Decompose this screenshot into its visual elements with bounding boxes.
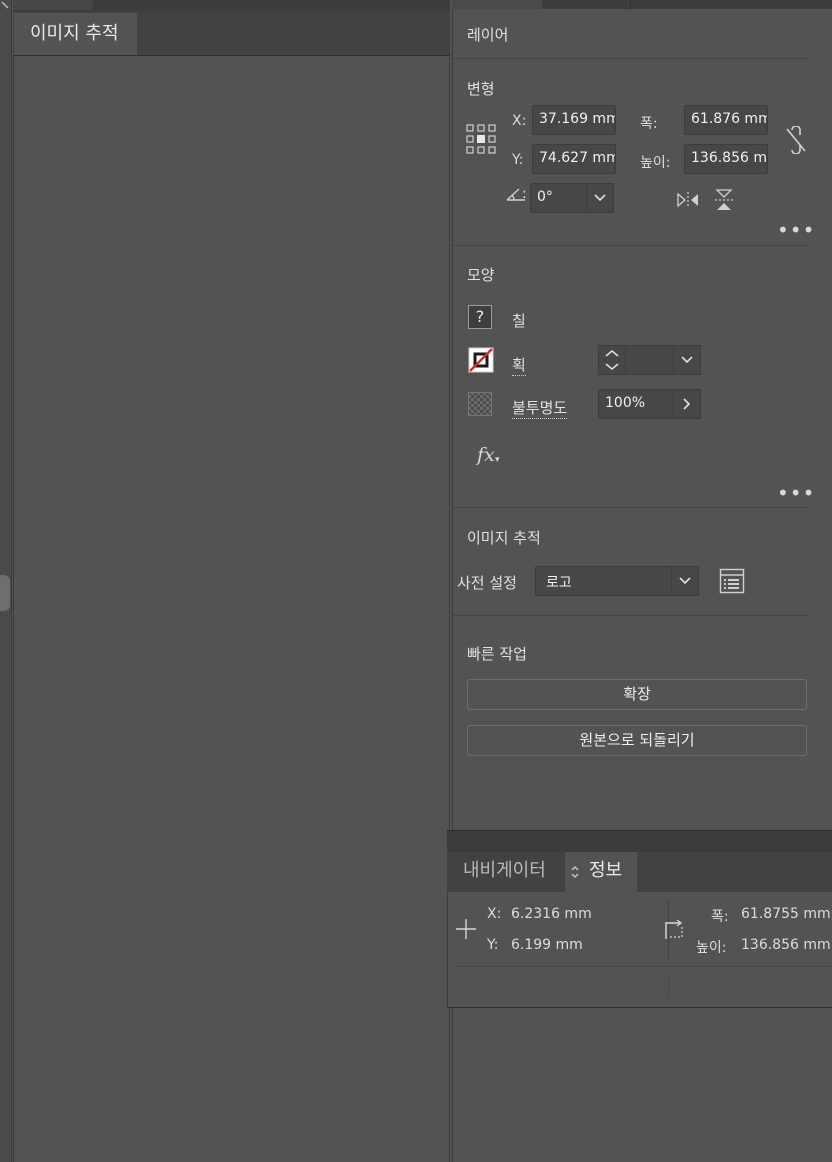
height-field[interactable]: 136.856 mm: [684, 144, 768, 174]
width-field[interactable]: 61.876 mm: [684, 105, 768, 135]
chevron-down-icon: [594, 194, 606, 202]
constrain-proportions-link-icon[interactable]: [784, 126, 808, 154]
image-trace-panel-icon[interactable]: [719, 568, 745, 594]
expand-button[interactable]: 확장: [467, 679, 807, 710]
appearance-section-title: 모양: [467, 266, 495, 284]
flip-vertical-icon[interactable]: [714, 189, 734, 211]
divider: [453, 245, 809, 246]
info-height-label: 높이:: [696, 940, 727, 956]
info-column-divider: [668, 975, 669, 999]
fill-label: 칠: [512, 312, 526, 330]
preset-select[interactable]: 로고: [535, 566, 673, 596]
info-x-label: X:: [487, 906, 502, 922]
info-y-value: 6.199 mm: [511, 937, 583, 953]
chevron-right-icon: [683, 398, 691, 410]
tab-navigator[interactable]: 내비게이터: [463, 856, 546, 882]
image-trace-panel: [13, 0, 450, 1162]
image-trace-section-title: 이미지 추적: [467, 529, 541, 547]
opacity-expand-button[interactable]: [673, 389, 701, 419]
quick-actions-section-title: 빠른 작업: [467, 645, 527, 663]
stroke-weight-stepper[interactable]: [598, 345, 626, 375]
properties-panel-top-bar: [452, 0, 832, 9]
preset-label: 사전 설정: [457, 574, 517, 592]
transform-section-title: 변형: [467, 80, 495, 98]
x-position-field[interactable]: 37.169 mm: [532, 105, 616, 135]
appearance-more-options-icon[interactable]: •••: [777, 483, 815, 503]
fx-dropdown-arrow-icon: ▾: [495, 455, 500, 465]
divider: [453, 58, 809, 59]
info-width-value: 61.8755 mm: [741, 906, 831, 922]
reference-point-icon[interactable]: [466, 124, 496, 154]
chevron-down-icon: [681, 356, 693, 364]
height-label: 높이:: [640, 155, 671, 171]
up-down-arrows-icon: [605, 350, 619, 370]
info-y-label: Y:: [487, 937, 499, 953]
opacity-field[interactable]: 100%: [598, 389, 674, 419]
info-width-label: 폭:: [711, 909, 729, 925]
y-label: Y:: [512, 152, 524, 168]
revert-to-original-button[interactable]: 원본으로 되돌리기: [467, 725, 807, 756]
stroke-swatch-icon[interactable]: [468, 347, 494, 373]
opacity-label[interactable]: 불투명도: [512, 397, 568, 419]
chevron-icon[interactable]: [0, 0, 12, 14]
tab-options-arrows-icon[interactable]: [570, 864, 580, 880]
angle-colon: :: [522, 186, 527, 202]
angle-dropdown-button[interactable]: [586, 183, 614, 213]
preset-dropdown-button[interactable]: [671, 566, 699, 596]
stroke-weight-field[interactable]: [625, 345, 675, 375]
rotate-angle-field[interactable]: 0°: [530, 183, 588, 213]
panel-collapse-handle[interactable]: [0, 575, 10, 611]
tab-image-trace[interactable]: 이미지 추적: [14, 13, 137, 55]
transform-more-options-icon[interactable]: •••: [777, 220, 815, 240]
y-position-field[interactable]: 74.627 mm: [532, 144, 616, 174]
info-height-value: 136.856 mm: [741, 937, 831, 953]
fx-effects-icon[interactable]: fx: [477, 444, 495, 466]
x-label: X:: [512, 113, 527, 129]
dimensions-icon: [665, 919, 683, 939]
fill-swatch-icon[interactable]: ?: [468, 305, 492, 329]
chevron-down-icon: [679, 577, 691, 585]
crosshair-icon: [456, 919, 476, 939]
flip-horizontal-icon[interactable]: [677, 191, 699, 209]
divider: [453, 615, 809, 616]
layers-label[interactable]: 레이어: [467, 24, 508, 45]
info-x-value: 6.2316 mm: [511, 906, 592, 922]
opacity-checkerboard-icon: [468, 392, 492, 416]
image-trace-panel-top-bar: [13, 0, 450, 12]
stroke-weight-dropdown-button[interactable]: [673, 345, 701, 375]
divider: [455, 966, 832, 967]
info-panel-title-bar[interactable]: [447, 830, 832, 852]
stroke-label[interactable]: 획: [512, 354, 526, 376]
width-label: 폭:: [640, 116, 658, 132]
divider: [453, 507, 809, 508]
tab-info-label[interactable]: 정보: [589, 856, 622, 882]
